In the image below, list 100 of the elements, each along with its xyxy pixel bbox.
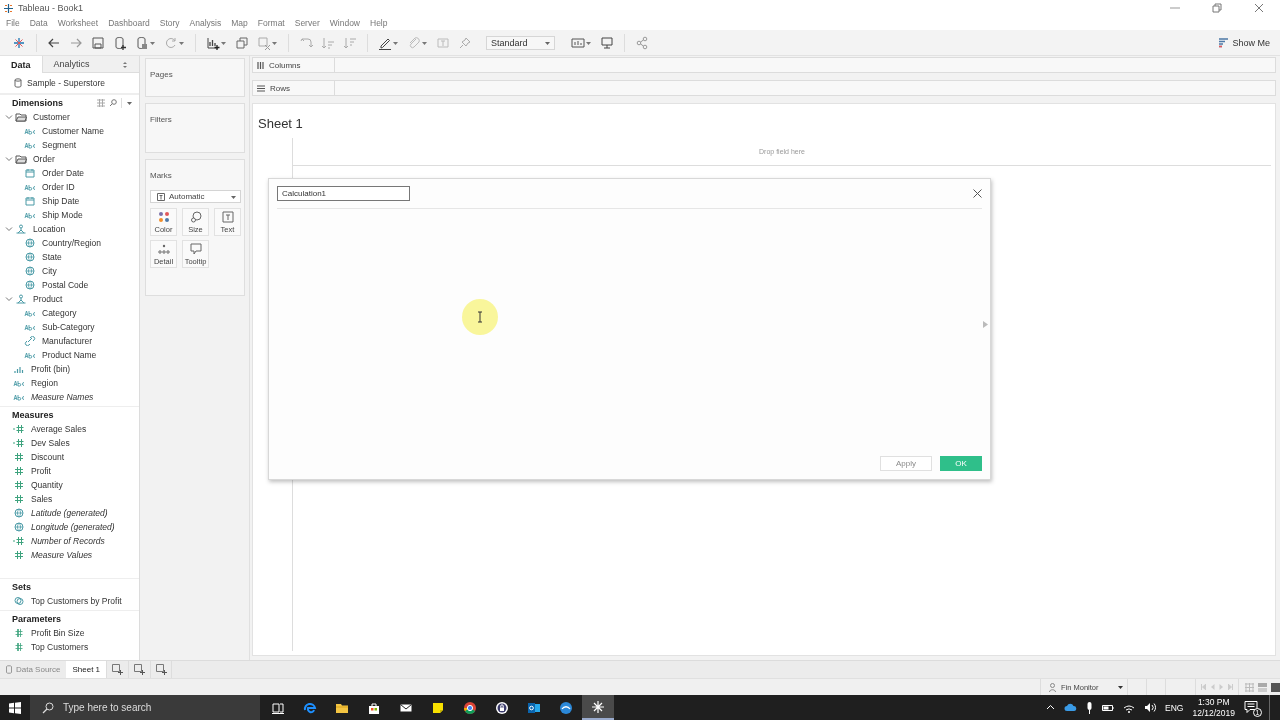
menu-item[interactable]: Worksheet: [57, 18, 99, 28]
speaker-icon[interactable]: [1144, 702, 1157, 713]
clock[interactable]: 1:30 PM 12/12/2019: [1192, 696, 1235, 719]
new-story-icon[interactable]: [155, 664, 167, 675]
menu-item[interactable]: Map: [231, 18, 248, 28]
folder-label[interactable]: Order: [33, 154, 55, 164]
menu-item[interactable]: File: [6, 18, 20, 28]
lock-icon[interactable]: [495, 700, 509, 715]
menu-item[interactable]: Window: [329, 18, 360, 28]
menu-item[interactable]: Analysis: [189, 18, 222, 28]
save-icon[interactable]: [91, 35, 105, 50]
field-item[interactable]: Discount: [31, 452, 65, 462]
browser-icon[interactable]: [303, 700, 317, 715]
filters-shelf[interactable]: Filters: [145, 103, 245, 153]
pin-icon[interactable]: [458, 35, 472, 50]
field-item[interactable]: Profit: [31, 466, 51, 476]
view-size-dropdown[interactable]: Standard: [486, 35, 555, 50]
field-item[interactable]: Order Date: [42, 168, 85, 178]
folder-label[interactable]: Location: [33, 224, 66, 234]
grid-app-icon[interactable]: [591, 699, 605, 714]
share-icon[interactable]: [635, 35, 649, 50]
chart-layout-icon[interactable]: [571, 35, 585, 50]
field-item[interactable]: Customer Name: [42, 126, 104, 136]
sort-arrows-icon[interactable]: [122, 59, 128, 69]
presentation-icon[interactable]: [600, 35, 614, 50]
field-item[interactable]: Sub-Category: [42, 322, 95, 332]
folder-label[interactable]: Product: [33, 294, 63, 304]
menu-item[interactable]: Format: [257, 18, 285, 28]
pages-shelf[interactable]: Pages: [145, 58, 245, 97]
paperclip-icon[interactable]: [407, 35, 421, 50]
language-indicator[interactable]: ENG: [1165, 702, 1184, 713]
database-icon[interactable]: [135, 35, 149, 50]
calculation-name-field[interactable]: Calculation1: [277, 186, 410, 201]
chevron-up-icon[interactable]: [1046, 703, 1056, 712]
new-worksheet-icon[interactable]: [112, 664, 124, 675]
field-item[interactable]: Latitude (generated): [31, 508, 108, 518]
sheet-tab[interactable]: Sheet 1: [66, 661, 107, 678]
field-item[interactable]: Sales: [31, 494, 53, 504]
field-item[interactable]: Longitude (generated): [31, 522, 115, 532]
pane-tab[interactable]: Analytics: [41, 56, 139, 73]
field-item[interactable]: Country/Region: [42, 238, 102, 248]
windows-start-icon[interactable]: [9, 701, 21, 714]
field-item[interactable]: Quantity: [31, 480, 63, 490]
round-browser-icon[interactable]: [463, 700, 477, 715]
pane-tab[interactable]: Data: [0, 56, 42, 73]
single-view-icon[interactable]: [1271, 682, 1280, 692]
menu-item[interactable]: Dashboard: [108, 18, 150, 28]
swap-icon[interactable]: [299, 35, 313, 50]
microphone-icon[interactable]: [1086, 701, 1094, 714]
task-view-icon[interactable]: [271, 700, 285, 715]
field-item[interactable]: Profit (bin): [31, 364, 71, 374]
field-item[interactable]: Postal Code: [42, 280, 89, 290]
menu-item[interactable]: Help: [370, 18, 388, 28]
close-icon[interactable]: [1254, 3, 1264, 13]
notification-icon[interactable]: [1244, 699, 1258, 714]
mark-type-dropdown[interactable]: Automatic: [150, 190, 241, 203]
calculated-hash-icon: [13, 536, 25, 546]
field-item[interactable]: Number of Records: [31, 536, 105, 546]
mail-app-icon[interactable]: [527, 700, 541, 715]
field-item[interactable]: Order ID: [42, 182, 75, 192]
field-item[interactable]: Dev Sales: [31, 438, 70, 448]
data-source-item[interactable]: Sample - Superstore: [0, 73, 139, 94]
folder-label[interactable]: Customer: [33, 112, 70, 122]
field-item[interactable]: Segment: [42, 140, 77, 150]
search-icon[interactable]: [109, 98, 117, 107]
field-item[interactable]: Ship Date: [42, 196, 80, 206]
rows-shelf[interactable]: Rows: [252, 80, 1276, 96]
note-icon[interactable]: [431, 700, 445, 715]
duplicate-sheet-icon[interactable]: [235, 35, 249, 50]
grid-view-icon[interactable]: [97, 98, 105, 107]
field-item[interactable]: Region: [31, 378, 58, 388]
field-item[interactable]: Profit Bin Size: [31, 628, 85, 638]
field-item[interactable]: Average Sales: [31, 424, 87, 434]
restore-icon[interactable]: [1212, 3, 1222, 13]
taskbar-search-field[interactable]: Type here to search: [30, 695, 260, 720]
new-chart-icon[interactable]: [206, 35, 220, 50]
section-toolbar[interactable]: [97, 97, 133, 108]
field-item[interactable]: City: [42, 266, 57, 276]
columns-shelf[interactable]: Columns: [252, 57, 1276, 73]
field-item[interactable]: Manufacturer: [42, 336, 93, 346]
shopping-bag-icon[interactable]: [367, 700, 381, 715]
menu-item[interactable]: Story: [159, 18, 180, 28]
menu-item[interactable]: Server: [294, 18, 320, 28]
database-add-icon[interactable]: [113, 35, 127, 50]
field-item[interactable]: Measure Names: [31, 392, 94, 402]
field-item[interactable]: State: [42, 252, 62, 262]
battery-icon[interactable]: [1102, 703, 1115, 712]
field-item[interactable]: Top Customers by Profit: [31, 596, 122, 606]
clear-sheet-icon[interactable]: [257, 35, 271, 50]
cloud-icon[interactable]: [1064, 703, 1078, 712]
field-item[interactable]: Top Customers: [31, 642, 89, 652]
field-item[interactable]: Ship Mode: [42, 210, 83, 220]
close-icon[interactable]: [973, 189, 982, 198]
field-item[interactable]: Measure Values: [31, 550, 93, 560]
field-item[interactable]: Product Name: [42, 350, 97, 360]
menu-item[interactable]: Data: [29, 18, 48, 28]
new-dashboard-icon[interactable]: [134, 664, 146, 675]
field-item[interactable]: Category: [42, 308, 77, 318]
globe-app-icon[interactable]: [559, 700, 573, 715]
show-me-button[interactable]: Show Me: [1219, 37, 1270, 48]
